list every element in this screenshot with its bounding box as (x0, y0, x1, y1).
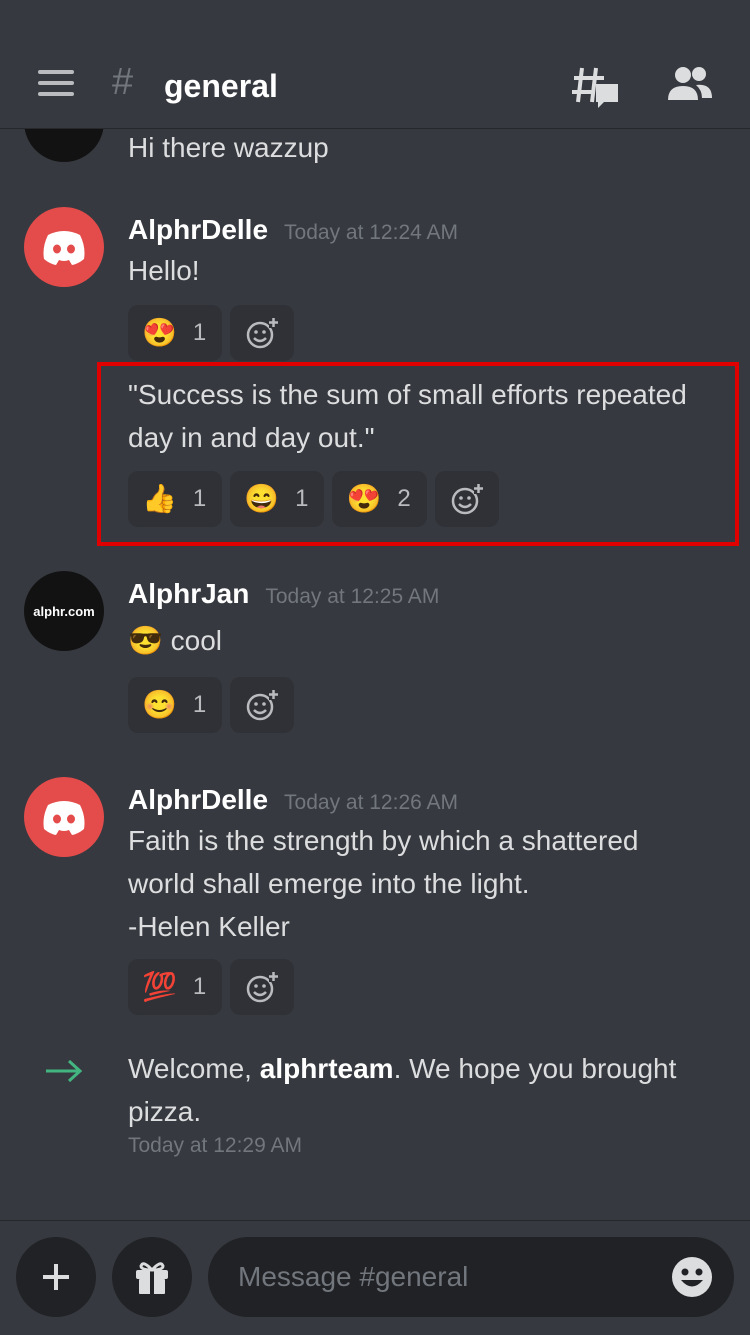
message-body: cool (170, 625, 223, 656)
channel-title[interactable]: general (164, 66, 278, 106)
sunglasses-emoji-icon: 😎 (128, 625, 163, 656)
threads-icon[interactable] (572, 64, 620, 110)
add-reaction-button[interactable] (230, 305, 295, 361)
reaction-row: 😍 1 (128, 305, 295, 361)
add-reaction-button[interactable] (230, 959, 295, 1015)
highlight-box (97, 362, 739, 546)
username[interactable]: AlphrJan Today at 12:25 AM (128, 578, 439, 613)
username-label[interactable]: AlphrDelle (128, 784, 268, 815)
message-text: Hi there wazzup (128, 132, 329, 163)
smiling-emoji-icon: 😊 (142, 689, 177, 720)
reaction-row: 💯 1 (128, 959, 295, 1015)
hash-icon: # (112, 61, 134, 103)
heart-eyes-emoji-icon: 😍 (142, 317, 177, 348)
username[interactable]: AlphrDelle Today at 12:24 AM (128, 214, 458, 249)
message-input[interactable]: Message #general (208, 1237, 734, 1317)
message-line: -Helen Keller (128, 911, 290, 942)
avatar[interactable] (24, 777, 104, 857)
discord-logo-icon (43, 231, 85, 265)
timestamp: Today at 12:24 AM (284, 221, 458, 244)
join-arrow-icon (46, 1059, 83, 1083)
message-text: Faith is the strength by which a shatter… (128, 819, 728, 948)
members-icon[interactable] (666, 66, 714, 102)
message-line: world shall emerge into the light. (128, 868, 530, 899)
reaction-button[interactable]: 💯 1 (128, 959, 223, 1015)
timestamp: Today at 12:25 AM (265, 585, 440, 608)
timestamp: Today at 12:26 AM (284, 791, 458, 814)
message-text: Hello! (128, 255, 200, 286)
reaction-count: 1 (192, 319, 207, 346)
username-label[interactable]: AlphrJan (128, 578, 249, 609)
avatar[interactable] (24, 207, 104, 287)
emoji-picker-icon[interactable] (670, 1255, 714, 1299)
message-placeholder: Message #general (238, 1261, 469, 1292)
discord-logo-icon (43, 801, 85, 835)
system-message: Welcome, alphrteam. We hope you brought … (128, 1047, 728, 1133)
reaction-count: 1 (192, 973, 207, 1000)
gift-icon (136, 1262, 168, 1294)
reaction-row: 😊 1 (128, 677, 295, 733)
mention-username[interactable]: alphrteam (260, 1053, 394, 1084)
message-list[interactable]: Hi there wazzup AlphrDelle Today at 12:24… (0, 0, 750, 1220)
plus-icon (43, 1264, 69, 1290)
reaction-button[interactable]: 😊 1 (128, 677, 223, 733)
add-attachment-button[interactable] (16, 1237, 96, 1317)
message-line: Faith is the strength by which a shatter… (128, 825, 639, 856)
welcome-prefix: Welcome, (128, 1053, 260, 1084)
username[interactable]: AlphrDelle Today at 12:26 AM (128, 784, 458, 819)
avatar-logo: alphr.com (33, 603, 95, 619)
timestamp: Today at 12:29 AM (128, 1134, 302, 1157)
avatar[interactable]: alphr.com (24, 571, 104, 651)
reaction-count: 1 (192, 691, 207, 718)
menu-icon[interactable] (38, 70, 74, 96)
add-reaction-icon (246, 689, 279, 721)
channel-header: # general (0, 0, 750, 129)
reaction-button[interactable]: 😍 1 (128, 305, 223, 361)
hundred-points-emoji-icon: 💯 (142, 971, 177, 1002)
username-label[interactable]: AlphrDelle (128, 214, 268, 245)
add-reaction-icon (246, 971, 279, 1003)
message-text: 😎 cool (128, 619, 728, 662)
gift-button[interactable] (112, 1237, 192, 1317)
add-reaction-icon (246, 317, 279, 349)
add-reaction-button[interactable] (230, 677, 295, 733)
